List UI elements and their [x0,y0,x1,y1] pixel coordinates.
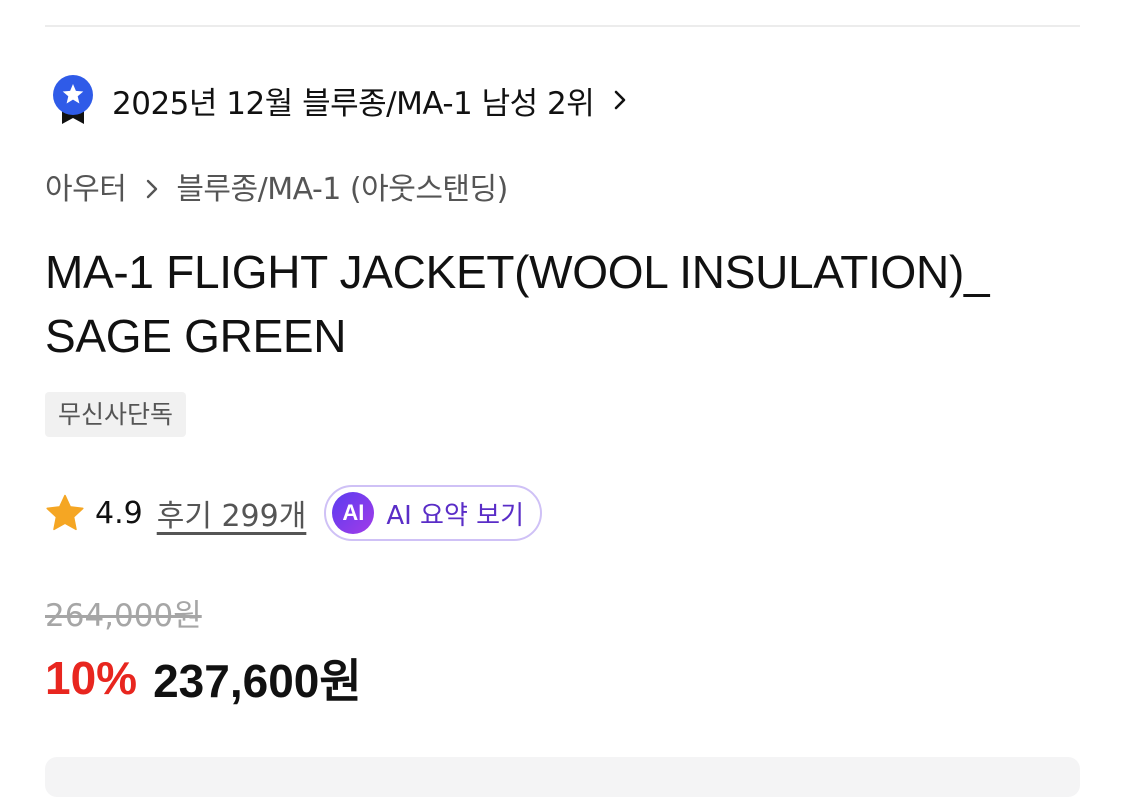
exclusive-tag: 무신사단독 [45,392,187,437]
ranking-text: 2025년 12월 블루종/MA-1 남성 2위 [112,85,595,122]
discount-rate: 10% [45,652,138,704]
sale-price: 237,600원 [153,655,362,707]
review-count-link[interactable]: 후기 299개 [157,491,307,535]
chevron-right-icon [612,88,628,112]
rating-value: 4.9 [95,495,143,531]
chevron-right-icon [144,174,160,199]
star-icon [45,493,85,533]
sale-price-row: 10% 237,600원 [45,648,362,708]
ai-summary-label: AI 요약 보기 [386,500,524,531]
breadcrumb: 아우터 블루종/MA-1 (아웃스탠딩) [45,164,508,208]
original-price: 264,000원 [45,598,202,634]
top-divider [45,25,1080,27]
breadcrumb-item-outer[interactable]: 아우터 [45,164,127,208]
ai-summary-button[interactable]: AI AI 요약 보기 [324,485,542,541]
product-title: MA-1 FLIGHT JACKET(WOOL INSULATION)_ SAG… [45,246,990,362]
rating-row: 4.9 후기 299개 AI AI 요약 보기 [45,482,542,544]
breadcrumb-item-category[interactable]: 블루종/MA-1 (아웃스탠딩) [176,164,508,208]
ranking-link[interactable]: 2025년 12월 블루종/MA-1 남성 2위 [50,74,628,126]
ranking-badge-icon [50,74,96,126]
benefit-box [45,757,1080,797]
ai-logo-icon: AI [332,492,375,534]
